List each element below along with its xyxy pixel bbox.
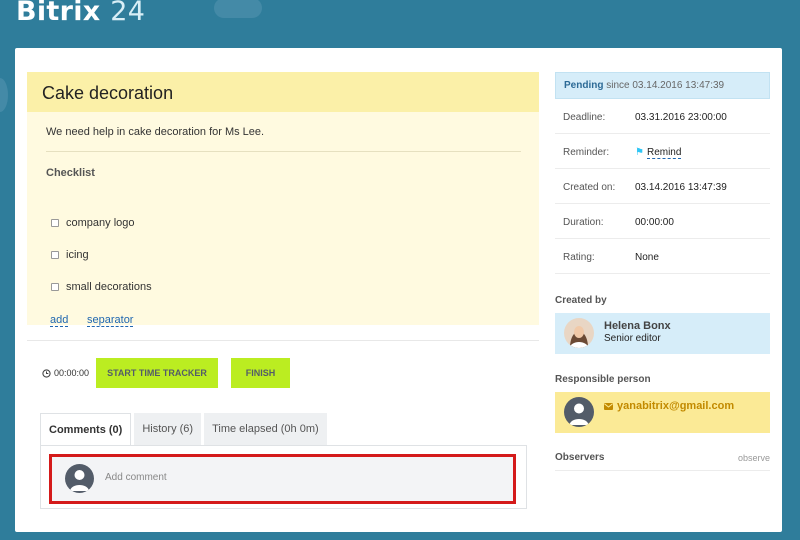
duration-row: Duration: 00:00:00 [555, 204, 770, 239]
checkbox[interactable] [51, 219, 59, 227]
rating-row: Rating: None [555, 239, 770, 274]
checklist-item[interactable]: company logo [51, 217, 135, 229]
task-title: Cake decoration [27, 72, 539, 112]
tab-bar: Comments (0) History (6) Time elapsed (0… [40, 413, 330, 445]
user-avatar-icon [564, 397, 594, 427]
deadline-label: Deadline: [563, 112, 606, 123]
creator-name[interactable]: Helena Bonx [604, 320, 671, 332]
separator-link[interactable]: separator [87, 314, 134, 327]
tab-time-elapsed[interactable]: Time elapsed (0h 0m) [204, 413, 327, 445]
duration-label: Duration: [563, 217, 604, 228]
user-avatar-icon [65, 464, 94, 493]
comments-panel: Add comment [40, 445, 527, 509]
divider [27, 340, 539, 341]
checklist-item-label: small decorations [66, 281, 152, 293]
tab-comments[interactable]: Comments (0) [40, 413, 132, 445]
created-on-row: Created on: 03.14.2016 13:47:39 [555, 169, 770, 204]
checklist-item[interactable]: icing [51, 249, 89, 261]
rating-value[interactable]: None [635, 252, 659, 263]
checklist-item-label: icing [66, 249, 89, 261]
finish-button[interactable]: FINISH [231, 358, 290, 388]
tab-history[interactable]: History (6) [134, 413, 202, 445]
task-sidebar: Pending since 03.14.2016 13:47:39 Deadli… [555, 72, 770, 274]
observe-link[interactable]: observe [738, 453, 770, 463]
checklist-item-label: company logo [66, 217, 135, 229]
responsible-email[interactable]: yanabitrix@gmail.com [617, 400, 734, 412]
created-on-label: Created on: [563, 182, 616, 193]
clock-icon [42, 368, 51, 378]
duration-value: 00:00:00 [635, 217, 674, 228]
mail-icon [604, 403, 613, 410]
background-shape [214, 0, 262, 18]
add-comment-placeholder: Add comment [105, 472, 167, 483]
creator-avatar [564, 318, 594, 348]
bell-icon: ⚑ [635, 147, 644, 158]
add-checklist-link[interactable]: add [50, 314, 69, 327]
task-card: Cake decoration We need help in cake dec… [27, 72, 539, 327]
created-on-value: 03.14.2016 13:47:39 [635, 182, 727, 193]
created-by-title: Created by [555, 295, 607, 306]
checkbox[interactable] [51, 283, 59, 291]
creator-card[interactable]: Helena Bonx Senior editor [555, 313, 770, 354]
deadline-value[interactable]: 03.31.2016 23:00:00 [635, 112, 727, 123]
timer: 00:00:00 [42, 368, 89, 378]
deadline-row[interactable]: Deadline: 03.31.2016 23:00:00 [555, 99, 770, 134]
background-shape [0, 78, 8, 112]
reminder-value[interactable]: ⚑ Remind [635, 147, 682, 159]
task-panel: Cake decoration We need help in cake dec… [15, 48, 782, 532]
observers-row: Observers observe [555, 449, 770, 471]
status-since: since 03.14.2016 13:47:39 [606, 80, 725, 91]
status-badge: Pending since 03.14.2016 13:47:39 [555, 72, 770, 99]
responsible-person-title: Responsible person [555, 374, 651, 385]
checklist-item[interactable]: small decorations [51, 281, 152, 293]
timer-value: 00:00:00 [54, 368, 90, 378]
reminder-row: Reminder: ⚑ Remind [555, 134, 770, 169]
task-description: We need help in cake decoration for Ms L… [46, 126, 265, 138]
observers-title: Observers [555, 452, 605, 463]
reminder-label: Reminder: [563, 147, 610, 158]
checklist-title: Checklist [46, 167, 95, 179]
responsible-card[interactable]: yanabitrix@gmail.com [555, 392, 770, 433]
creator-role: Senior editor [604, 333, 661, 344]
rating-label: Rating: [563, 252, 595, 263]
status-label: Pending [564, 80, 604, 91]
remind-link[interactable]: Remind [646, 147, 682, 159]
start-time-tracker-button[interactable]: START TIME TRACKER [96, 358, 218, 388]
checkbox[interactable] [51, 251, 59, 259]
add-comment-input[interactable]: Add comment [49, 454, 516, 504]
app-logo[interactable]: Bitrix 24 [16, 0, 145, 27]
divider [46, 151, 521, 152]
